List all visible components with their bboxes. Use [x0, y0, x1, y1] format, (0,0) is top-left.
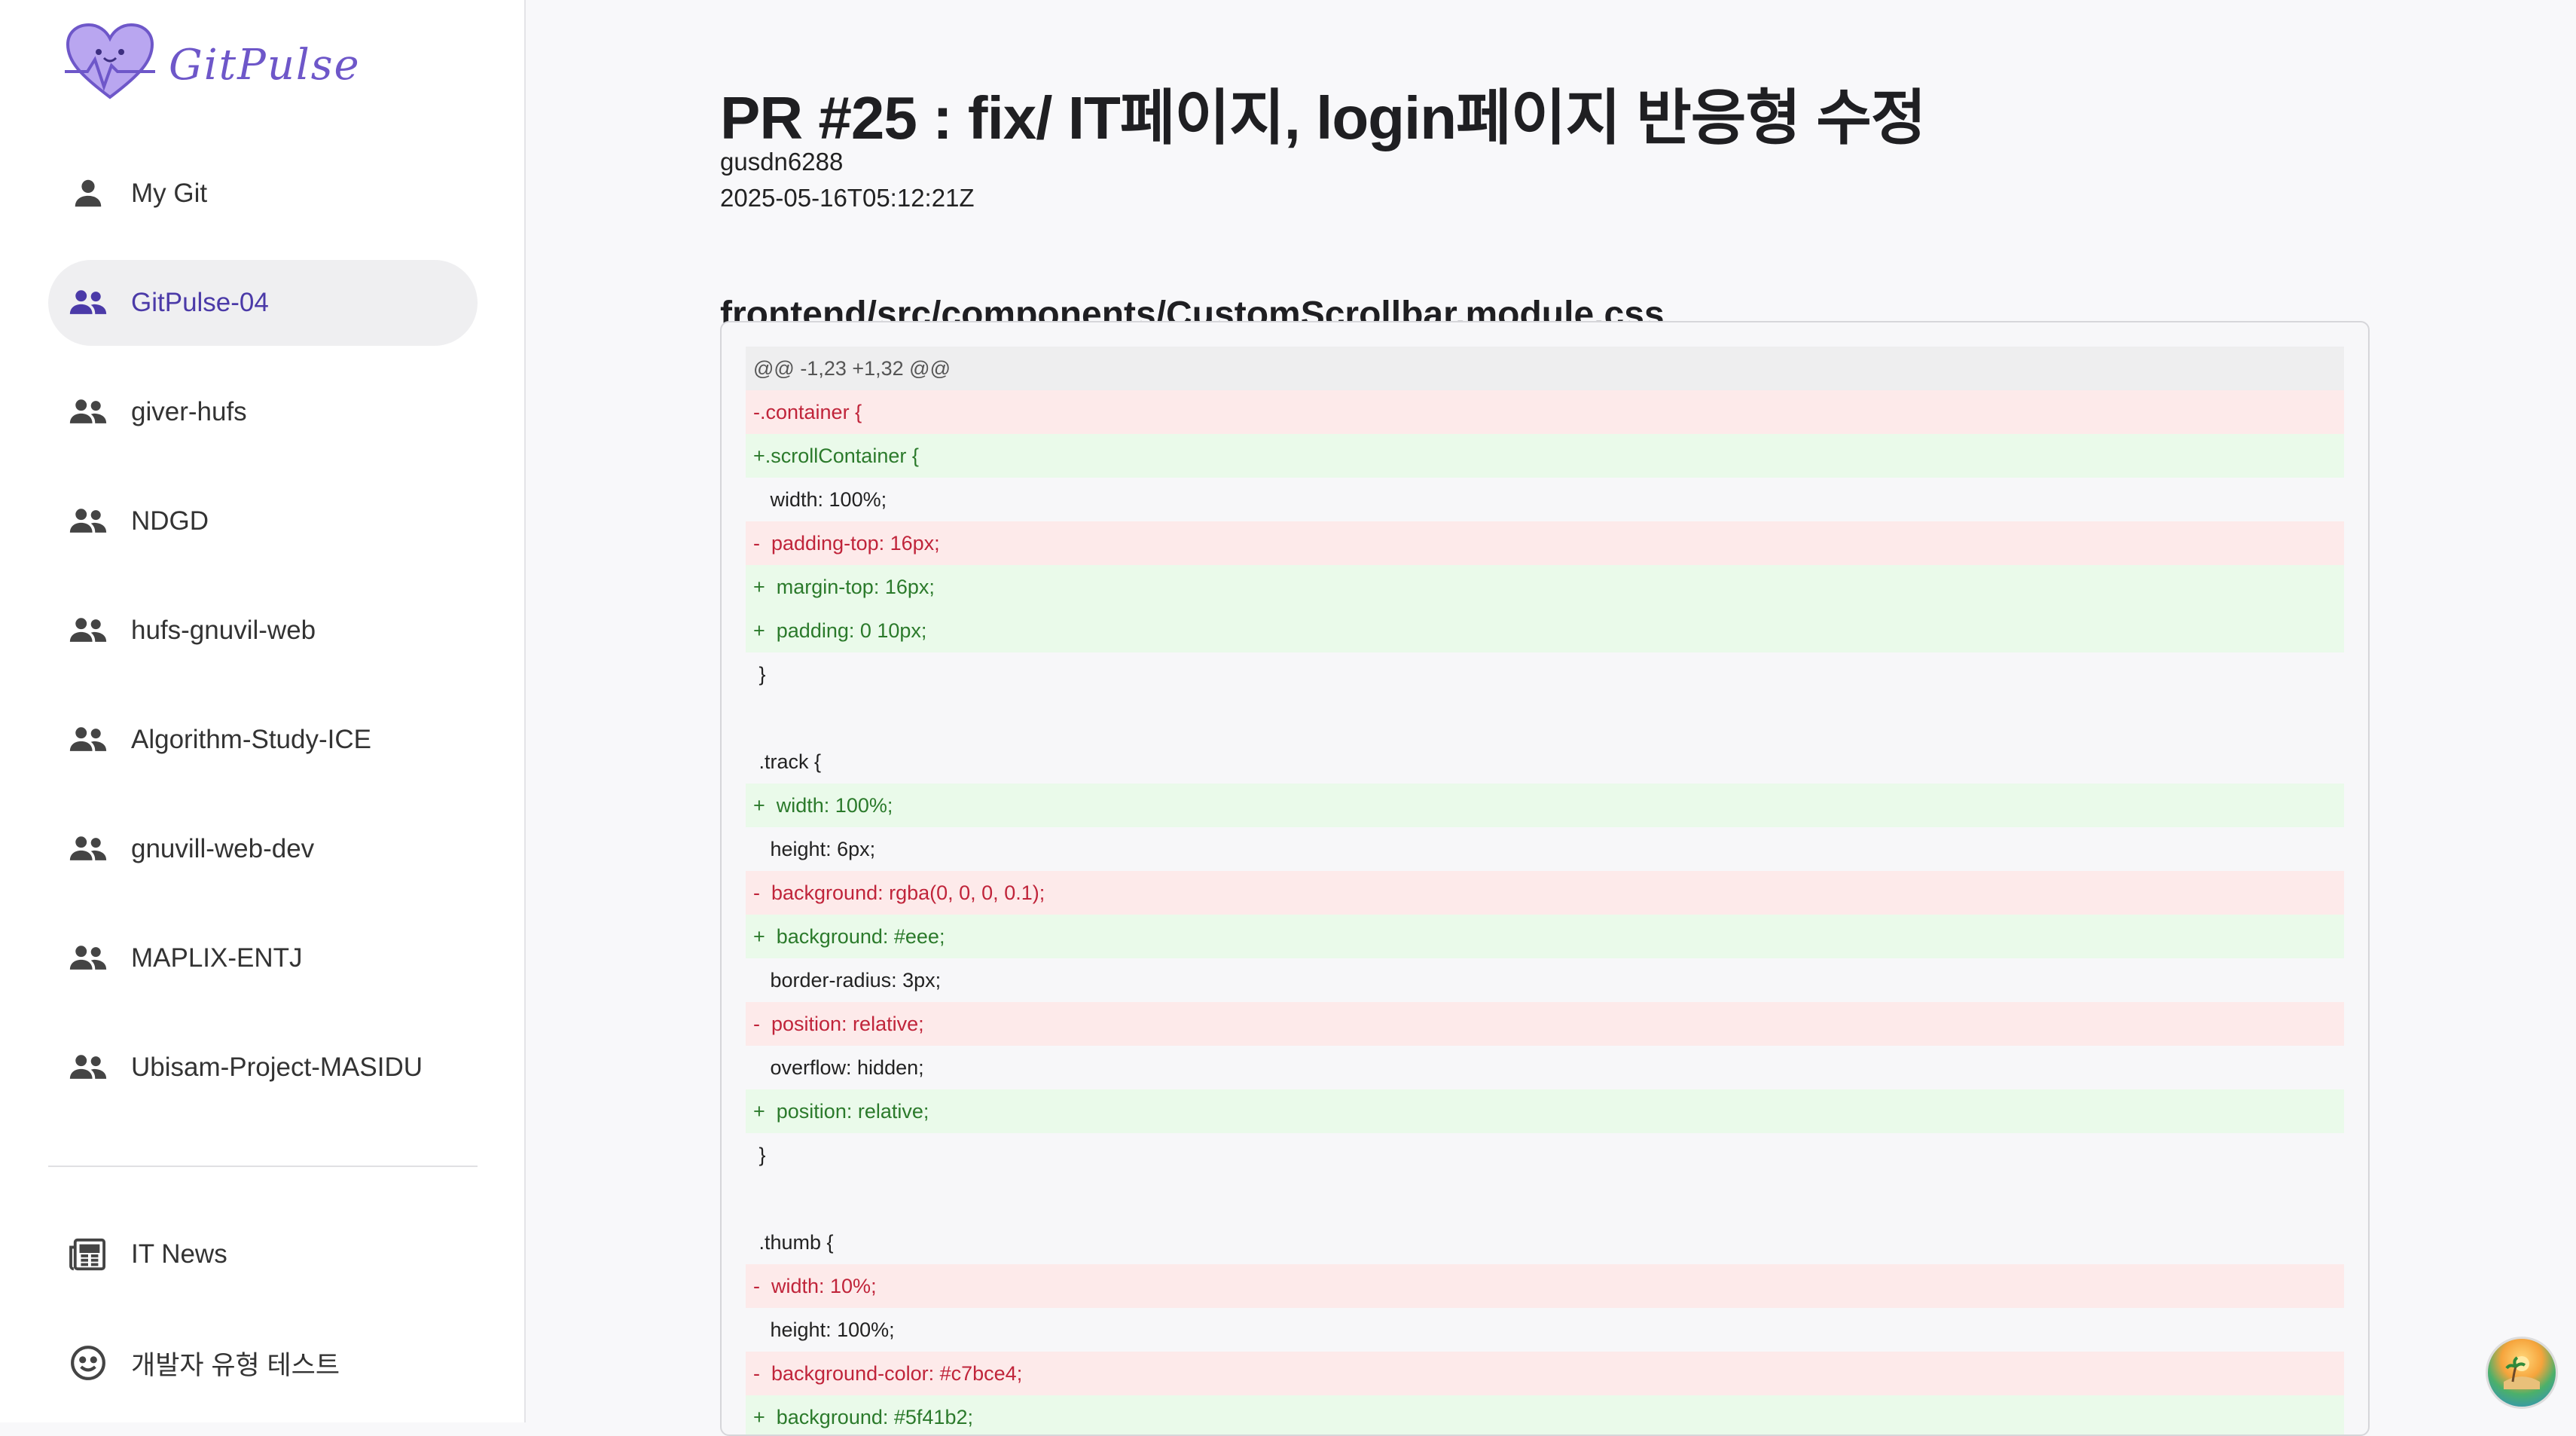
group-icon: [63, 933, 113, 983]
sidebar-item-gitpulse-04[interactable]: GitPulse-04: [48, 260, 478, 346]
diff-line-ctx: height: 100%;: [753, 1318, 895, 1341]
diff-line-ctx: }: [753, 663, 766, 686]
sidebar-item-it-news[interactable]: IT News: [48, 1211, 478, 1297]
sidebar-item-label: Ubisam-Project-MASIDU: [131, 1053, 423, 1082]
app-logo[interactable]: GitPulse: [65, 23, 361, 107]
diff-line-add: + padding: 0 10px;: [746, 609, 2344, 652]
app-name: GitPulse: [169, 40, 361, 90]
diff-line-ctx: }: [753, 1144, 766, 1166]
diff-line-del: - background: rgba(0, 0, 0, 0.1);: [746, 871, 2344, 915]
newspaper-icon: [63, 1230, 113, 1279]
sidebar-item-label: giver-hufs: [131, 397, 247, 426]
sidebar: GitPulse My Git GitPulse-04 giver-hufs N…: [0, 0, 526, 1422]
group-icon: [63, 1043, 113, 1092]
sidebar-item-label: My Git: [131, 179, 208, 208]
diff-line-add: + width: 100%;: [746, 784, 2344, 827]
diff-line-hunk: @@ -1,23 +1,32 @@: [746, 347, 2344, 390]
sidebar-item-label: IT News: [131, 1239, 227, 1269]
diff-line-ctx: border-radius: 3px;: [753, 969, 942, 991]
sidebar-item-label: gnuvill-web-dev: [131, 834, 315, 863]
diff-line-add: + background: #5f41b2;: [746, 1395, 2344, 1434]
bottom-nav: IT News 개발자 유형 테스트: [48, 1211, 478, 1428]
diff-line-del: - padding-top: 16px;: [746, 521, 2344, 565]
sidebar-item-label: Algorithm-Study-ICE: [131, 725, 371, 754]
beach-avatar-icon: [2499, 1349, 2544, 1398]
sidebar-item-dev-type-test[interactable]: 개발자 유형 테스트: [48, 1320, 478, 1406]
sidebar-item-giver-hufs[interactable]: giver-hufs: [48, 369, 478, 455]
diff-line-add: + position: relative;: [746, 1089, 2344, 1133]
pr-title: PR #25 : fix/ IT페이지, login페이지 반응형 수정: [720, 84, 1926, 151]
sidebar-item-ndgd[interactable]: NDGD: [48, 478, 478, 564]
group-icon: [63, 387, 113, 437]
group-icon: [63, 496, 113, 546]
diff-line-add: +.scrollContainer {: [746, 434, 2344, 478]
sidebar-item-my-git[interactable]: My Git: [48, 151, 478, 237]
sidebar-item-hufs-gnuvil-web[interactable]: hufs-gnuvil-web: [48, 588, 478, 674]
diff-line-ctx: .thumb {: [753, 1231, 834, 1254]
group-icon: [63, 606, 113, 655]
diff-line-ctx: overflow: hidden;: [753, 1056, 924, 1079]
diff-line-del: -.container {: [746, 390, 2344, 434]
diff-line-add: + background: #eee;: [746, 915, 2344, 958]
sidebar-item-ubisam-project-masidu[interactable]: Ubisam-Project-MASIDU: [48, 1025, 478, 1111]
sidebar-item-algorithm-study-ice[interactable]: Algorithm-Study-ICE: [48, 697, 478, 783]
diff-line-add: + margin-top: 16px;: [746, 565, 2344, 609]
chat-avatar-button[interactable]: [2486, 1337, 2558, 1409]
group-icon: [63, 715, 113, 765]
diff-line-ctx: .track {: [753, 750, 822, 773]
diff-lines: @@ -1,23 +1,32 @@ -.container {+.scrollCo…: [746, 347, 2344, 1434]
sidebar-item-label: NDGD: [131, 506, 209, 536]
repo-nav: My Git GitPulse-04 giver-hufs NDGD hufs-…: [48, 151, 478, 1134]
person-icon: [63, 169, 113, 218]
diff-line-ctx: [746, 1177, 2344, 1221]
group-icon: [63, 824, 113, 874]
diff-line-ctx: width: 100%;: [753, 488, 887, 511]
sidebar-item-label: MAPLIX-ENTJ: [131, 943, 303, 973]
diff-line-ctx: height: 6px;: [753, 838, 876, 860]
smiley-icon: [63, 1338, 113, 1388]
sidebar-item-label: GitPulse-04: [131, 288, 269, 317]
sidebar-item-label: 개발자 유형 테스트: [131, 1350, 340, 1380]
sidebar-item-maplix-entj[interactable]: MAPLIX-ENTJ: [48, 915, 478, 1001]
sidebar-item-label: hufs-gnuvil-web: [131, 616, 316, 645]
pr-date: 2025-05-16T05:12:21Z: [720, 184, 975, 212]
heart-logo-icon: [65, 22, 155, 108]
pr-author: gusdn6288: [720, 148, 844, 176]
diff-line-del: - background-color: #c7bce4;: [746, 1352, 2344, 1395]
diff-line-ctx: [746, 696, 2344, 740]
diff-line-del: - position: relative;: [746, 1002, 2344, 1046]
sidebar-item-gnuvill-web-dev[interactable]: gnuvill-web-dev: [48, 806, 478, 892]
group-icon: [63, 278, 113, 328]
sidebar-divider: [48, 1166, 478, 1167]
diff-line-del: - width: 10%;: [746, 1264, 2344, 1308]
diff-viewer[interactable]: @@ -1,23 +1,32 @@ -.container {+.scrollCo…: [720, 321, 2370, 1436]
